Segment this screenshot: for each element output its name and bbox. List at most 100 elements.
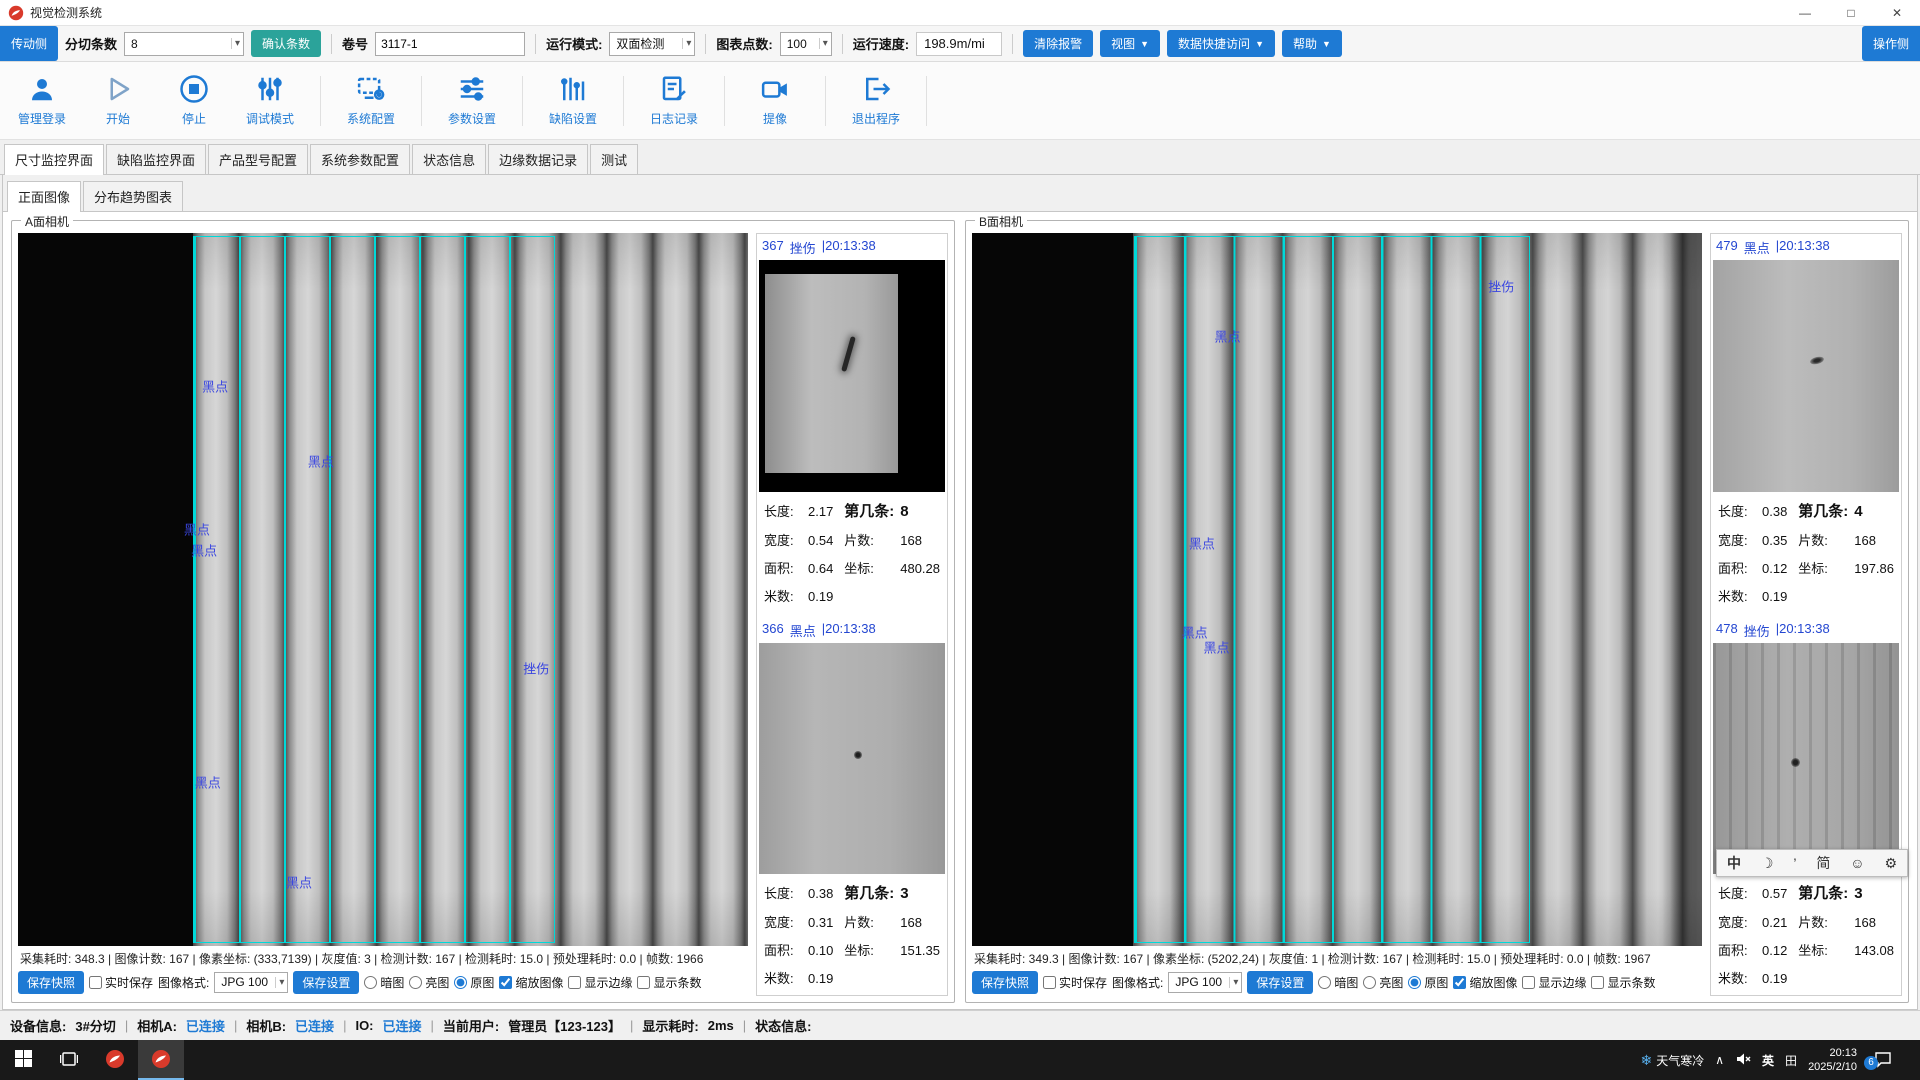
- ime-emoji-icon[interactable]: ☺: [1850, 855, 1864, 871]
- tab-test[interactable]: 测试: [590, 144, 638, 174]
- roll-number-input[interactable]: [375, 32, 525, 56]
- chevron-down-icon: ▾: [275, 977, 284, 988]
- stat-label: 坐标:: [1798, 940, 1852, 959]
- checkbox-label: 实时保存: [105, 974, 153, 991]
- exit-program-button[interactable]: 退出程序: [850, 74, 902, 127]
- save-settings-button[interactable]: 保存设置: [1247, 971, 1313, 994]
- tab-distribution-trend-chart[interactable]: 分布趋势图表: [83, 181, 183, 211]
- ime-chinese-mode-button[interactable]: 中: [1727, 853, 1741, 873]
- admin-login-button[interactable]: 管理登录: [16, 74, 68, 127]
- camera-b-image[interactable]: 挫伤黑点黑点黑点黑点: [972, 233, 1702, 946]
- defect-time: |20:13:38: [1776, 238, 1830, 257]
- defect-thumbnail[interactable]: [1713, 643, 1899, 875]
- defect-card[interactable]: 366 黑点 |20:13:38 长度:0.38 第几条:3 宽度:0.31 片…: [759, 619, 945, 994]
- defect-card[interactable]: 367 挫伤 |20:13:38 长度:2.17 第几条:8 宽度:0.54 片…: [759, 236, 945, 611]
- drive-side-button[interactable]: 传动侧: [0, 26, 58, 61]
- original-image-radio[interactable]: 原图: [454, 974, 494, 991]
- realtime-save-checkbox[interactable]: 实时保存: [1043, 974, 1107, 991]
- show-edge-checkbox[interactable]: 显示边缘: [568, 974, 632, 991]
- stat-label: 宽度:: [764, 912, 806, 931]
- defect-id: 478: [1716, 621, 1738, 640]
- defect-card[interactable]: 479 黑点 |20:13:38 长度:0.38 第几条:4 宽度:0.35 片…: [1713, 236, 1899, 611]
- tab-system-params-config[interactable]: 系统参数配置: [310, 144, 410, 174]
- defect-thumbnail[interactable]: [759, 260, 945, 492]
- stat-value: 0.21: [1762, 915, 1796, 930]
- ime-punctuation-icon[interactable]: ’: [1793, 855, 1796, 871]
- ime-language-indicator[interactable]: 英: [1762, 1052, 1774, 1069]
- ime-fullwidth-icon[interactable]: ☽: [1761, 855, 1774, 872]
- ime-simplified-button[interactable]: 简: [1816, 853, 1830, 873]
- save-settings-button[interactable]: 保存设置: [293, 971, 359, 994]
- image-format-select[interactable]: JPG 100▾: [214, 972, 288, 993]
- device-info-label: 设备信息:: [10, 1016, 66, 1035]
- panel-b-title: B面相机: [975, 213, 1027, 230]
- start-button[interactable]: [0, 1040, 46, 1080]
- bright-image-radio[interactable]: 亮图: [409, 974, 449, 991]
- image-format-select[interactable]: JPG 100▾: [1168, 972, 1242, 993]
- dark-image-radio[interactable]: 暗图: [1318, 974, 1358, 991]
- io-label: IO:: [355, 1018, 373, 1033]
- start-button[interactable]: 开始: [92, 74, 144, 127]
- taskbar-app-button[interactable]: [92, 1040, 138, 1080]
- system-config-button[interactable]: 系统配置: [345, 74, 397, 127]
- defect-thumbnail[interactable]: [1713, 260, 1899, 492]
- stat-label: 第几条:: [844, 500, 898, 521]
- stat-label: 宽度:: [764, 530, 806, 549]
- zoom-image-checkbox[interactable]: 缩放图像: [1453, 974, 1517, 991]
- camera-icon: [760, 74, 790, 107]
- weather-widget[interactable]: ❄ 天气寒冷: [1640, 1052, 1704, 1069]
- volume-muted-icon[interactable]: [1735, 1051, 1751, 1070]
- tab-edge-data-record[interactable]: 边缘数据记录: [488, 144, 588, 174]
- show-count-checkbox[interactable]: 显示条数: [637, 974, 701, 991]
- task-view-button[interactable]: [46, 1040, 92, 1080]
- original-image-radio[interactable]: 原图: [1408, 974, 1448, 991]
- zoom-image-checkbox[interactable]: 缩放图像: [499, 974, 563, 991]
- defect-settings-button[interactable]: 缺陷设置: [547, 74, 599, 127]
- chart-points-select[interactable]: 100 ▾: [780, 32, 832, 56]
- view-menu-button[interactable]: 视图 ▼: [1100, 30, 1160, 57]
- camera-a-image[interactable]: 黑点黑点黑点黑点挫伤黑点黑点: [18, 233, 748, 946]
- maximize-button[interactable]: □: [1828, 0, 1874, 25]
- defect-annotation: 黑点: [1204, 637, 1230, 656]
- ime-grid-icon[interactable]: 田: [1785, 1052, 1797, 1069]
- tab-product-model-config[interactable]: 产品型号配置: [208, 144, 308, 174]
- stop-button[interactable]: 停止: [168, 74, 220, 127]
- params-settings-button[interactable]: 参数设置: [446, 74, 498, 127]
- debug-mode-button[interactable]: 调试模式: [244, 74, 296, 127]
- clear-alarm-button[interactable]: 清除报警: [1023, 30, 1093, 57]
- toolbar-separator: [421, 76, 422, 126]
- help-menu-button[interactable]: 帮助 ▼: [1282, 30, 1342, 57]
- taskbar-clock[interactable]: 20:13 2025/2/10: [1808, 1046, 1857, 1075]
- slit-count-select[interactable]: 8 ▾: [124, 32, 244, 56]
- capture-image-button[interactable]: 提像: [749, 74, 801, 127]
- taskbar-app-button-active[interactable]: [138, 1040, 184, 1080]
- tab-status-info[interactable]: 状态信息: [412, 144, 486, 174]
- operator-side-button[interactable]: 操作侧: [1862, 26, 1920, 61]
- tab-size-monitor[interactable]: 尺寸监控界面: [4, 144, 104, 175]
- panel-b-defect-list: 479 黑点 |20:13:38 长度:0.38 第几条:4 宽度:0.35 片…: [1710, 233, 1902, 996]
- tab-defect-monitor[interactable]: 缺陷监控界面: [106, 144, 206, 174]
- close-button[interactable]: ✕: [1874, 0, 1920, 25]
- defect-thumbnail[interactable]: [759, 643, 945, 875]
- notification-center-button[interactable]: 6: [1868, 1050, 1898, 1071]
- bright-image-radio[interactable]: 亮图: [1363, 974, 1403, 991]
- defect-card[interactable]: 478 挫伤 |20:13:38 长度:0.57 第几条:3 宽度:0.21 片…: [1713, 619, 1899, 994]
- show-count-checkbox[interactable]: 显示条数: [1591, 974, 1655, 991]
- stat-label: 长度:: [764, 501, 806, 520]
- dark-image-radio[interactable]: 暗图: [364, 974, 404, 991]
- tray-expand-chevron-icon[interactable]: ∧: [1715, 1053, 1724, 1067]
- minimize-button[interactable]: —: [1782, 0, 1828, 25]
- realtime-save-checkbox[interactable]: 实时保存: [89, 974, 153, 991]
- run-mode-select[interactable]: 双面检测 ▾: [609, 32, 695, 56]
- save-snapshot-button[interactable]: 保存快照: [18, 971, 84, 994]
- data-quick-access-menu-button[interactable]: 数据快捷访问 ▼: [1167, 30, 1275, 57]
- radio-label: 亮图: [425, 974, 449, 991]
- log-record-button[interactable]: 日志记录: [648, 74, 700, 127]
- confirm-count-button[interactable]: 确认条数: [251, 30, 321, 57]
- tab-front-image[interactable]: 正面图像: [7, 181, 81, 212]
- save-snapshot-button[interactable]: 保存快照: [972, 971, 1038, 994]
- defect-annotation: 黑点: [286, 872, 312, 891]
- show-edge-checkbox[interactable]: 显示边缘: [1522, 974, 1586, 991]
- stat-value: 0.19: [808, 589, 842, 604]
- ime-settings-gear-icon[interactable]: ⚙: [1884, 855, 1897, 872]
